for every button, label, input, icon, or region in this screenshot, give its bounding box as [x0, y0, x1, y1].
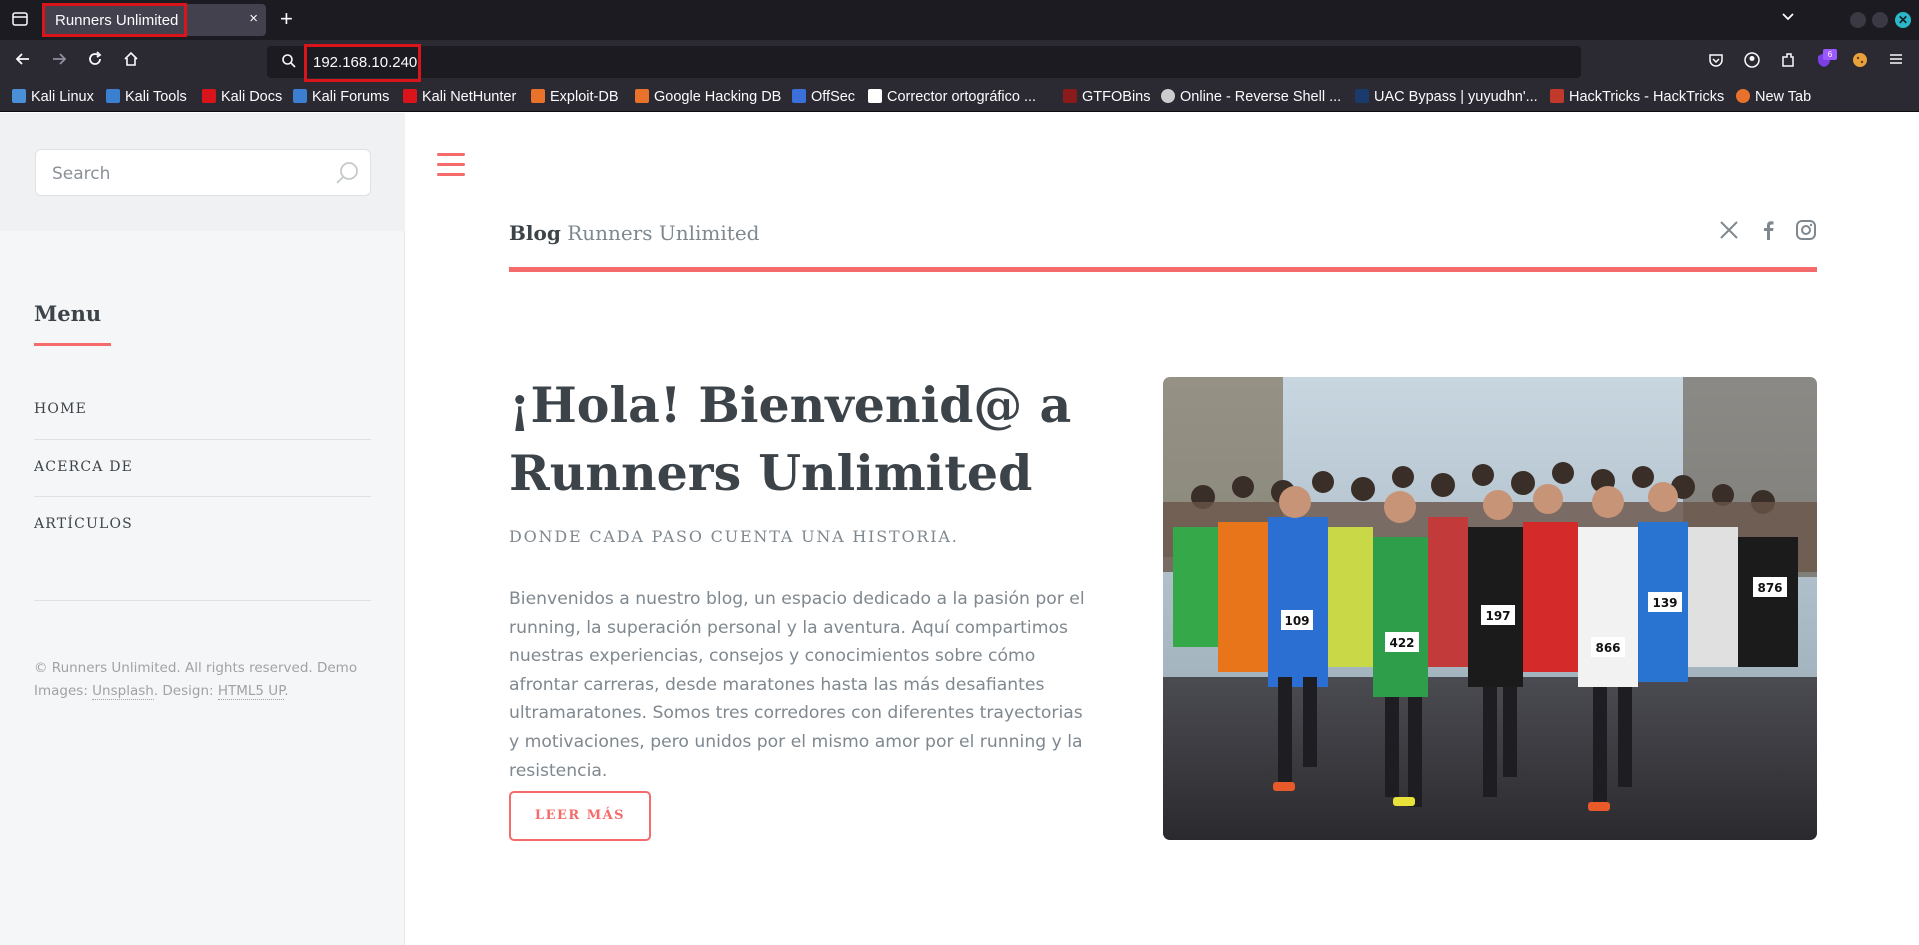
pocket-icon[interactable] [1705, 51, 1727, 73]
corrector-icon [868, 89, 882, 103]
kali-docs-icon [202, 89, 216, 103]
intro-paragraph: Bienvenidos a nuestro blog, un espacio d… [509, 589, 1085, 781]
tab-close-icon[interactable]: × [249, 10, 258, 27]
exploit-db-icon [531, 89, 545, 103]
address-bar[interactable]: 192.168.10.240 [267, 46, 1581, 78]
svg-text:109: 109 [1284, 614, 1309, 628]
bookmark-item[interactable]: Exploit-DB [531, 88, 619, 106]
bookmark-item[interactable]: New Tab [1736, 88, 1811, 106]
sidebar: Search Menu HOME ACERCA DE ARTÍCULOS © R… [0, 113, 405, 945]
html5up-link[interactable]: HTML5 UP [217, 683, 285, 700]
hacktricks-icon [1550, 89, 1564, 103]
runners-photo: 109 422 197 866 139 876 [1163, 377, 1817, 840]
account-icon[interactable] [1741, 51, 1763, 73]
search-placeholder: Search [52, 164, 111, 184]
kali-tools-icon [106, 89, 120, 103]
bookmark-item[interactable]: Online - Reverse Shell ... [1161, 88, 1341, 106]
reload-icon[interactable] [84, 50, 106, 72]
page-subtitle: DONDE CADA PASO CUENTA UNA HISTORIA. [509, 527, 959, 546]
header-divider [509, 267, 1817, 272]
menu-divider [34, 600, 371, 601]
forward-arrow-icon[interactable] [48, 50, 70, 72]
navigation-toolbar: 192.168.10.240 [0, 40, 1919, 82]
google-hacking-db-icon [635, 89, 649, 103]
kali-linux-icon [12, 89, 26, 103]
kali-nethunter-icon [403, 89, 417, 103]
page-title: ¡Hola! Bienvenid@ a Runners Unlimited [509, 376, 1072, 502]
bookmark-item[interactable]: Kali Linux [12, 88, 94, 106]
sidebar-item-acerca-de[interactable]: ACERCA DE [34, 459, 371, 475]
bookmark-item[interactable]: HackTricks - HackTricks [1550, 88, 1724, 106]
new-tab-button[interactable]: + [280, 6, 293, 32]
bookmark-item[interactable]: OffSec [792, 88, 855, 106]
bookmarks-toolbar: Kali Linux Kali Tools Kali Docs Kali For… [0, 82, 1919, 112]
svg-text:876: 876 [1757, 581, 1782, 595]
svg-text:197: 197 [1485, 609, 1510, 623]
facebook-icon[interactable] [1757, 219, 1781, 243]
uac-bypass-icon [1355, 89, 1369, 103]
maximize-window-button[interactable] [1872, 12, 1888, 28]
close-window-button[interactable]: ✕ [1895, 12, 1911, 28]
kali-forums-icon [293, 89, 307, 103]
bookmark-item[interactable]: Kali Tools [106, 88, 187, 106]
x-icon[interactable] [1718, 219, 1742, 243]
sidebar-search-section: Search [0, 113, 405, 231]
bookmark-item[interactable]: Kali Forums [293, 88, 389, 106]
svg-text:139: 139 [1652, 596, 1677, 610]
extension-badge: 6 [1823, 49, 1837, 60]
menu-heading: Menu [34, 301, 102, 326]
extensions-icon[interactable] [1777, 51, 1799, 73]
bookmark-item[interactable]: Kali Docs [202, 88, 282, 106]
back-arrow-icon[interactable] [12, 50, 34, 72]
firefox-icon [1736, 89, 1750, 103]
sidebar-footer: © Runners Unlimited. All rights reserved… [34, 660, 358, 700]
sidebar-toggle-icon[interactable] [437, 153, 465, 177]
read-more-button[interactable]: LEER MÁS [509, 791, 651, 841]
offsec-icon [792, 89, 806, 103]
menu-divider [34, 439, 371, 440]
gtfobins-icon [1063, 89, 1077, 103]
search-icon [334, 160, 360, 191]
sidebar-item-articulos[interactable]: ARTÍCULOS [34, 516, 371, 532]
menu-hamburger-icon[interactable] [1885, 51, 1907, 73]
bookmark-item[interactable]: Google Hacking DB [635, 88, 781, 106]
cookie-extension-icon[interactable] [1849, 51, 1871, 73]
bookmark-item[interactable]: GTFOBins [1063, 88, 1150, 106]
svg-text:866: 866 [1595, 641, 1620, 655]
search-icon [281, 53, 297, 74]
menu-divider [34, 496, 371, 497]
bookmark-item[interactable]: Kali NetHunter [403, 88, 516, 106]
tab-overflow-chevron-down-icon[interactable] [1780, 8, 1796, 29]
unsplash-link[interactable]: Unsplash [92, 683, 154, 700]
list-all-tabs-icon[interactable] [10, 10, 30, 30]
skull-icon [1161, 89, 1175, 103]
bookmark-item[interactable]: UAC Bypass | yuyudhn'... [1355, 88, 1538, 106]
sidebar-item-home[interactable]: HOME [34, 401, 371, 417]
svg-text:422: 422 [1389, 636, 1414, 650]
url-annotation-box [304, 44, 421, 82]
search-input[interactable]: Search [35, 149, 371, 196]
tab-strip: Runners Unlimited × + ✕ [0, 0, 1919, 40]
home-icon[interactable] [120, 50, 142, 72]
web-page: Search Menu HOME ACERCA DE ARTÍCULOS © R… [0, 113, 1919, 945]
tab-annotation-box [42, 3, 187, 37]
menu-heading-underline [34, 343, 111, 346]
minimize-window-button[interactable] [1850, 12, 1866, 28]
bookmark-item[interactable]: Corrector ortográfico ... [868, 88, 1036, 106]
site-logo[interactable]: Blog Runners Unlimited [509, 221, 759, 245]
instagram-icon[interactable] [1795, 219, 1819, 243]
